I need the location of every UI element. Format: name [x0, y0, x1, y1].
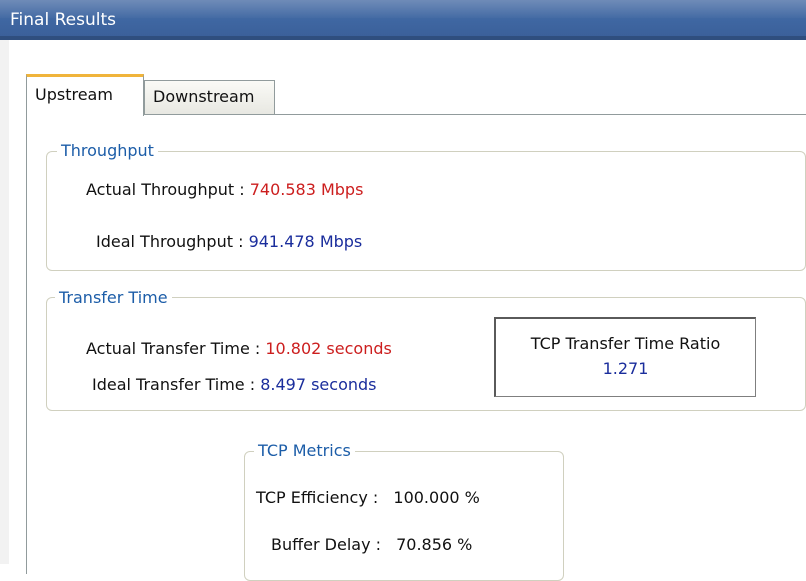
throughput-legend: Throughput: [57, 141, 158, 161]
ideal-transfer-time-label: Ideal Transfer Time :: [92, 375, 256, 394]
tab-downstream[interactable]: Downstream: [144, 80, 275, 114]
final-results-window: Final Results Upstream Downstream Throug…: [0, 0, 806, 581]
tab-upstream-label: Upstream: [35, 85, 113, 104]
ideal-throughput-value: 941.478 Mbps: [248, 232, 363, 251]
ideal-throughput-label: Ideal Throughput :: [96, 232, 244, 251]
tcp-metrics-group: [244, 451, 564, 581]
actual-throughput-row: Actual Throughput : 740.583 Mbps: [86, 180, 363, 200]
actual-transfer-time-row: Actual Transfer Time : 10.802 seconds: [86, 339, 392, 359]
ideal-throughput-row: Ideal Throughput : 941.478 Mbps: [96, 232, 362, 252]
buffer-delay-row: Buffer Delay : 70.856 %: [271, 535, 472, 555]
tcp-efficiency-label: TCP Efficiency :: [256, 488, 379, 507]
buffer-delay-label: Buffer Delay :: [271, 535, 382, 554]
tcp-metrics-legend: TCP Metrics: [254, 441, 355, 461]
tcp-efficiency-row: TCP Efficiency : 100.000 %: [256, 488, 480, 508]
transfer-time-legend: Transfer Time: [55, 288, 172, 308]
tab-upstream[interactable]: Upstream: [26, 74, 144, 116]
tcp-efficiency-value: 100.000 %: [393, 488, 480, 507]
actual-transfer-time-label: Actual Transfer Time :: [86, 339, 261, 358]
actual-transfer-time-value: 10.802 seconds: [265, 339, 392, 358]
title-bar-sheen: [0, 0, 806, 18]
actual-throughput-value: 740.583 Mbps: [249, 180, 364, 199]
tcp-transfer-time-ratio-label: TCP Transfer Time Ratio: [530, 334, 721, 353]
throughput-group: [46, 151, 806, 271]
window-title: Final Results: [10, 10, 116, 30]
ideal-transfer-time-value: 8.497 seconds: [260, 375, 377, 394]
actual-throughput-label: Actual Throughput :: [86, 180, 245, 199]
buffer-delay-value: 70.856 %: [396, 535, 473, 554]
tcp-transfer-time-ratio-value: 1.271: [602, 359, 649, 378]
ideal-transfer-time-row: Ideal Transfer Time : 8.497 seconds: [92, 375, 377, 395]
title-bar[interactable]: Final Results: [0, 0, 806, 40]
tcp-transfer-time-ratio-box: TCP Transfer Time Ratio 1.271: [494, 317, 756, 397]
tab-downstream-label: Downstream: [153, 87, 255, 106]
window-left-edge: [0, 0, 9, 564]
